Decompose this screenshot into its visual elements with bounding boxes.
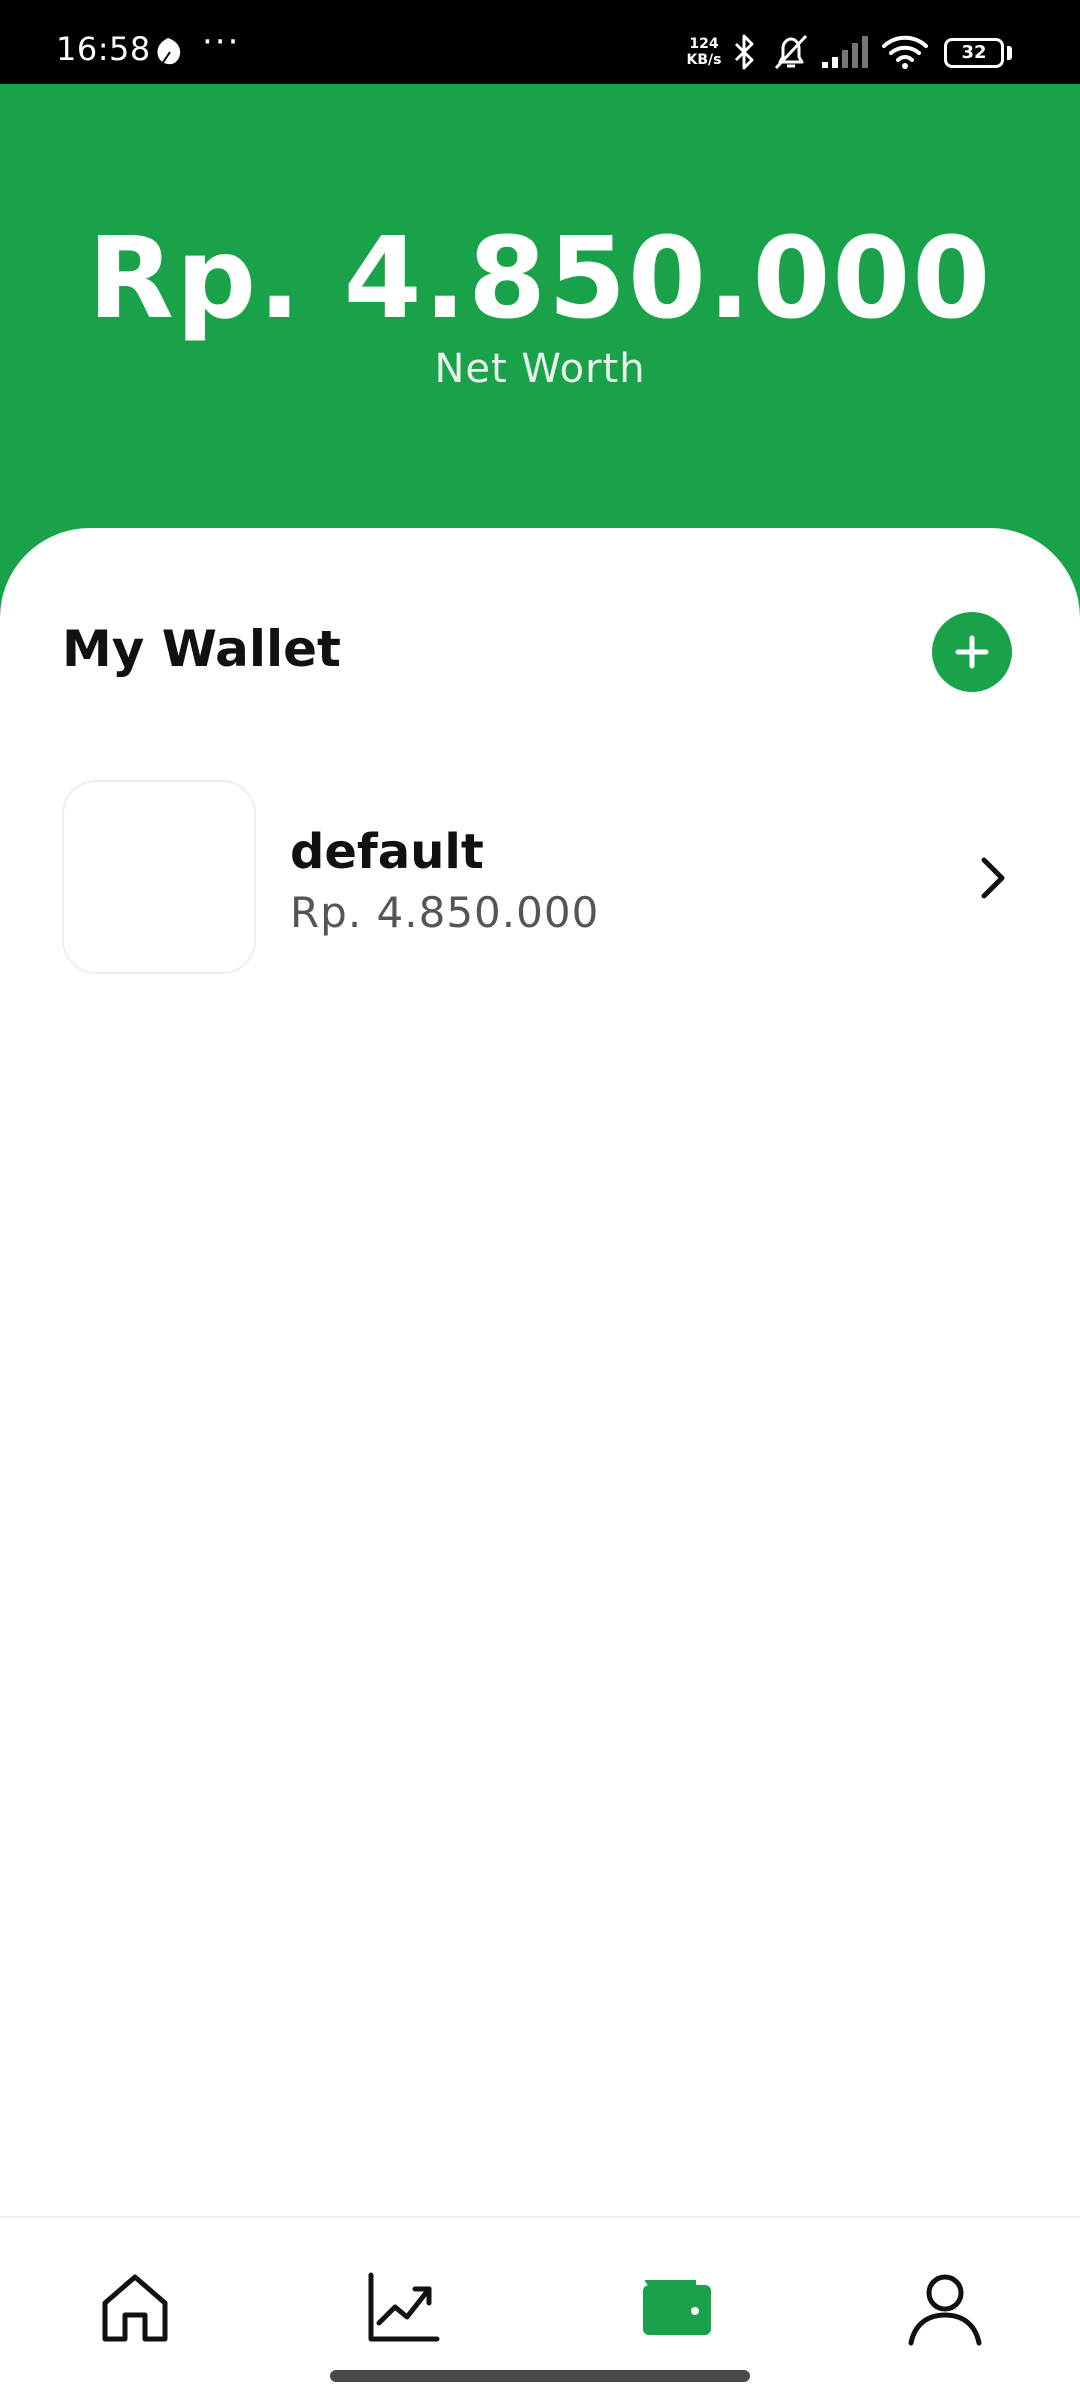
nav-home[interactable] (90, 2262, 180, 2352)
home-indicator[interactable] (330, 2370, 750, 2382)
more-notifications-icon: ··· (202, 22, 241, 62)
net-speed-unit: KB/s (686, 52, 722, 68)
wallet-thumbnail (62, 780, 256, 974)
status-time: 16:58 (56, 30, 151, 68)
add-wallet-button[interactable] (932, 612, 1012, 692)
nav-profile[interactable] (900, 2262, 990, 2352)
signal-icon (822, 36, 868, 68)
battery-icon: 32 (944, 38, 1004, 68)
wallet-balance: Rp. 4.850.000 (290, 888, 600, 937)
net-worth-value: Rp. 4.850.000 (87, 214, 993, 344)
wallet-icon (643, 2280, 711, 2335)
status-bar: 16:58 ··· 124 KB/s 32 (0, 0, 1080, 84)
bluetooth-icon (734, 34, 754, 70)
wifi-icon (882, 35, 928, 69)
app-notification-icon (157, 38, 181, 65)
profile-icon (908, 2274, 982, 2346)
net-speed: 124 KB/s (684, 36, 724, 68)
section-title: My Wallet (62, 620, 341, 678)
nav-statistics[interactable] (358, 2262, 448, 2352)
wallet-list-item[interactable]: default Rp. 4.850.000 (60, 780, 1020, 980)
net-speed-value: 124 (689, 36, 719, 52)
home-icon (102, 2274, 168, 2342)
battery-nub (1007, 46, 1012, 60)
nav-wallet[interactable] (630, 2262, 720, 2352)
mute-bell-icon (774, 34, 808, 70)
chart-icon (368, 2272, 440, 2342)
chevron-right-icon (981, 857, 1005, 899)
net-worth-label: Net Worth (434, 346, 646, 392)
wallet-name: default (290, 824, 484, 880)
battery-level: 32 (961, 42, 987, 63)
wallet-sheet: My Wallet default Rp. 4.850.000 (0, 528, 1080, 2218)
plus-icon (955, 635, 989, 669)
